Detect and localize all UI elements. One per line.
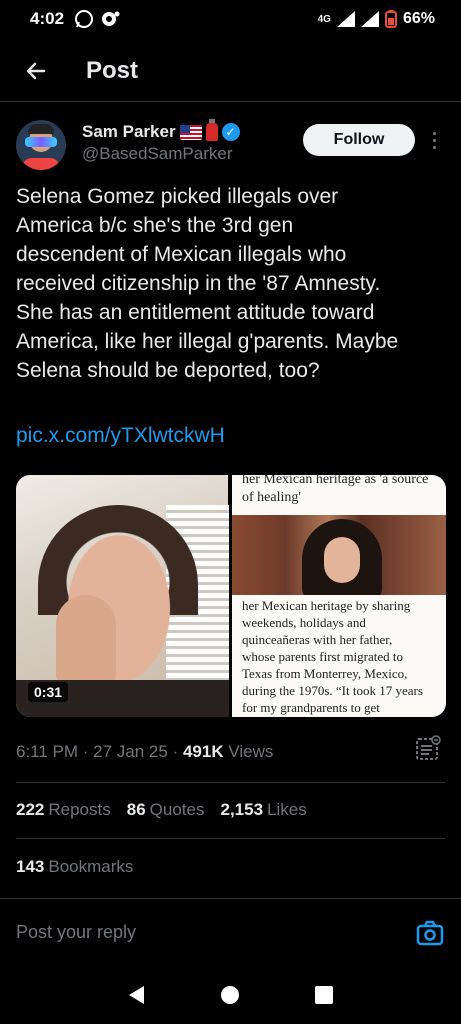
likes-stat[interactable]: 2,153 Likes <box>220 800 306 820</box>
page-title: Post <box>86 56 139 84</box>
notification-icon <box>102 11 120 26</box>
views-count: 491K <box>182 742 224 761</box>
nav-back-button[interactable] <box>117 975 157 1015</box>
nav-home-icon <box>221 986 240 1004</box>
tweet-link[interactable]: pic.x.com/yTXlwtckwH <box>16 424 225 448</box>
divider <box>16 782 445 783</box>
nav-recents-icon <box>315 986 334 1004</box>
back-button[interactable] <box>8 43 64 99</box>
article-headline: her Mexican heritage as 'a source of hea… <box>242 475 429 505</box>
bookmarks-stat[interactable]: 143 Bookmarks <box>16 857 133 877</box>
video-thumbnail[interactable]: 0:31 <box>16 475 229 717</box>
author-handle[interactable]: @BasedSamParker <box>82 144 240 164</box>
battery-level: 66% <box>402 10 435 27</box>
media-grid: 0:31 her Mexican heritage as 'a source o… <box>16 475 446 717</box>
header: Post <box>0 40 461 102</box>
tweet-text: Selena Gomez picked illegals over Americ… <box>16 185 399 382</box>
nav-recents-button[interactable] <box>304 975 344 1015</box>
status-right: 4G 66% <box>318 10 435 28</box>
views-label: Views <box>228 742 274 761</box>
signal-icon <box>336 11 355 27</box>
video-duration: 0:31 <box>28 682 69 702</box>
avatar[interactable] <box>16 120 66 170</box>
signal-icon-2 <box>360 11 379 27</box>
post-date: 27 Jan 25 <box>93 742 168 761</box>
back-arrow-icon <box>26 62 46 79</box>
article-image[interactable]: her Mexican heritage as 'a source of hea… <box>232 475 446 717</box>
nav-home-button[interactable] <box>210 975 250 1015</box>
article-photo <box>232 515 446 595</box>
whatsapp-icon <box>75 10 94 28</box>
android-nav-bar <box>0 966 461 1024</box>
more-icon[interactable] <box>426 126 442 154</box>
author-name[interactable]: Sam Parker <box>82 122 176 142</box>
battery-icon <box>384 10 397 28</box>
reply-bar <box>0 898 461 966</box>
fire-extinguisher-icon <box>205 119 218 141</box>
quotes-stat[interactable]: 86 Quotes <box>127 800 205 820</box>
status-bar: 4:02 4G 66% <box>0 0 461 38</box>
camera-icon[interactable] <box>415 918 445 948</box>
status-time: 4:02 <box>30 9 65 28</box>
follow-button[interactable]: Follow <box>303 124 415 156</box>
us-flag-icon <box>179 124 202 140</box>
engagement-stats: 222 Reposts 86 Quotes 2,153 Likes <box>16 800 307 820</box>
verified-icon: ✓ <box>221 123 240 141</box>
divider <box>16 838 445 839</box>
article-body: her Mexican heritage by sharing weekends… <box>242 598 423 715</box>
reposts-stat[interactable]: 222 Reposts <box>16 800 111 820</box>
post-time: 6:11 PM <box>16 742 79 761</box>
reply-input[interactable] <box>16 922 415 943</box>
network-label: 4G <box>317 13 331 25</box>
post-meta: 6:11 PM · 27 Jan 25 · 491K Views <box>16 742 274 761</box>
analytics-icon[interactable] <box>414 734 442 762</box>
nav-back-icon <box>128 986 144 1004</box>
